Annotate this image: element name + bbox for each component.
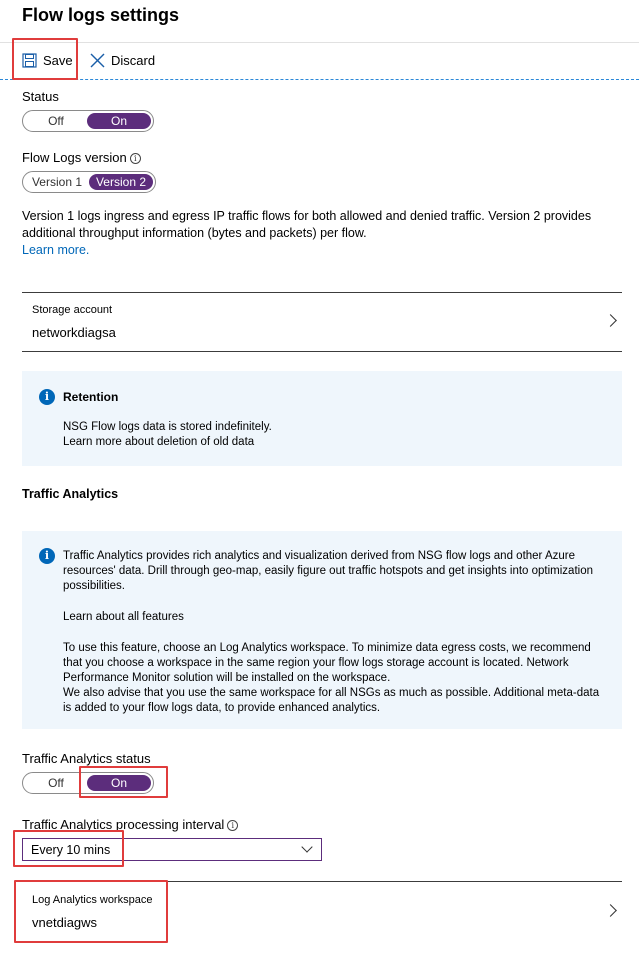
chevron-right-icon (604, 314, 617, 327)
storage-account-value: networkdiagsa (32, 325, 116, 340)
retention-title: Retention (63, 390, 119, 404)
traffic-analytics-status-toggle[interactable]: Off On (22, 772, 154, 794)
storage-top-divider (22, 292, 622, 293)
processing-interval-dropdown[interactable]: Every 10 mins (22, 838, 322, 861)
traffic-analytics-info-p2: To use this feature, choose an Log Analy… (63, 642, 591, 684)
traffic-analytics-info-p1: Traffic Analytics provides rich analytic… (63, 550, 593, 592)
traffic-analytics-on-option[interactable]: On (87, 775, 151, 791)
retention-text: NSG Flow logs data is stored indefinitel… (63, 421, 272, 433)
save-label: Save (43, 53, 73, 68)
info-icon[interactable]: i (129, 153, 141, 164)
status-on-option[interactable]: On (87, 113, 151, 129)
storage-bottom-divider (22, 351, 622, 352)
discard-label: Discard (111, 53, 156, 68)
save-button[interactable]: Save (22, 53, 73, 68)
retention-infobox: i Retention NSG Flow logs data is stored… (22, 371, 622, 466)
info-icon[interactable]: i (227, 820, 239, 831)
workspace-highlight (14, 880, 168, 943)
workspace-label: Log Analytics workspace (32, 894, 153, 906)
info-circle-icon: i (39, 389, 55, 405)
chevron-right-icon (604, 904, 617, 917)
traffic-analytics-off-option[interactable]: Off (25, 775, 87, 791)
status-label: Status (22, 89, 59, 104)
page-title: Flow logs settings (22, 5, 180, 25)
workspace-value: vnetdiagws (32, 915, 98, 930)
traffic-analytics-heading: Traffic Analytics (22, 487, 119, 501)
traffic-analytics-status-label: Traffic Analytics status (22, 751, 151, 766)
discard-button[interactable]: Discard (90, 53, 155, 68)
version-description: Version 1 logs ingress and egress IP tra… (22, 208, 622, 259)
command-bar: Save Discard (0, 43, 639, 79)
version-description-text: Version 1 logs ingress and egress IP tra… (22, 209, 592, 240)
close-icon (90, 53, 105, 68)
retention-learn-more-link[interactable]: Learn more about deletion of old data (63, 435, 254, 450)
features-link[interactable]: Learn about all features (63, 610, 184, 625)
save-icon (22, 53, 37, 68)
processing-interval-text: Traffic Analytics processing interval (22, 817, 225, 832)
status-toggle[interactable]: Off On (22, 110, 154, 132)
traffic-analytics-info-p3: We also advise that you use the same wor… (63, 687, 600, 714)
flow-logs-version-label: Flow Logs version i (22, 150, 141, 165)
flow-logs-version-text: Flow Logs version (22, 150, 127, 165)
info-circle-icon: i (39, 548, 55, 564)
learn-more-link[interactable]: Learn more. (22, 243, 89, 257)
version-1-option[interactable]: Version 1 (25, 174, 89, 190)
storage-account-label: Storage account (32, 304, 113, 316)
toolbar-divider (0, 79, 639, 80)
version-toggle[interactable]: Version 1 Version 2 (22, 171, 156, 193)
traffic-analytics-infobox: i Traffic Analytics provides rich analyt… (22, 531, 622, 729)
workspace-top-divider (22, 881, 622, 882)
version-2-option[interactable]: Version 2 (89, 174, 153, 190)
processing-interval-value: Every 10 mins (31, 842, 111, 857)
status-off-option[interactable]: Off (25, 113, 87, 129)
chevron-down-icon (301, 841, 313, 853)
processing-interval-label: Traffic Analytics processing interval i (22, 817, 239, 832)
